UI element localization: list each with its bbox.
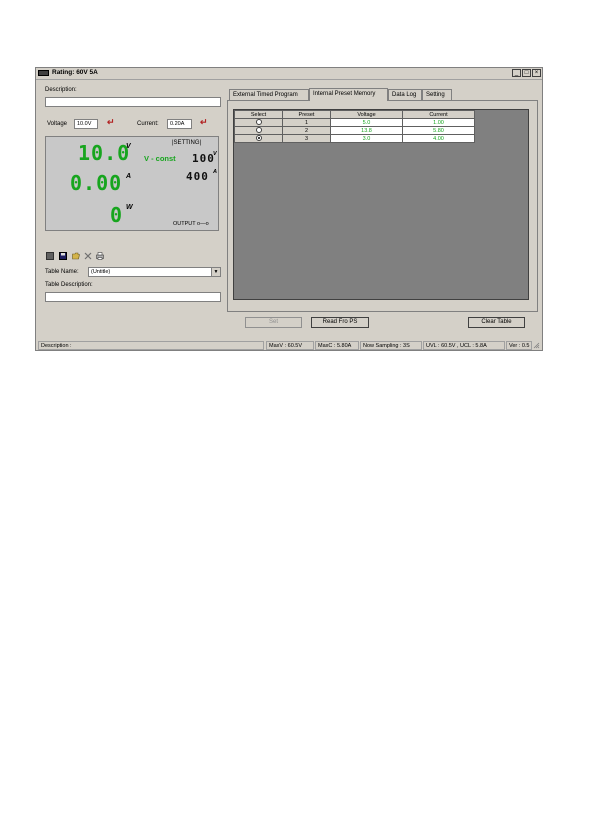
set-button[interactable]: Set <box>245 317 302 328</box>
status-sampling: Now Sampling : 3S <box>360 341 422 350</box>
set-voltage-reading: 100 <box>192 152 215 165</box>
column-header-select: Select <box>234 110 283 119</box>
preset-table: Select Preset Voltage Current 1 5.0 1.00… <box>234 110 475 143</box>
set-current-unit: A <box>213 169 217 175</box>
title-bar: Rating: 60V 5A _ □ × <box>36 68 542 80</box>
voltage-cell[interactable]: 5.0 <box>330 118 403 127</box>
voltage-cell[interactable]: 3.0 <box>330 134 403 143</box>
table-row: 2 13.8 5.80 <box>234 126 475 135</box>
voltage-unit: V <box>126 143 131 150</box>
table-row: 3 3.0 4.00 <box>234 134 475 143</box>
select-radio-cell[interactable] <box>234 126 283 135</box>
radio-button[interactable] <box>255 119 262 126</box>
save-icon[interactable] <box>59 252 67 260</box>
description-label: Description: <box>45 87 77 93</box>
select-radio-cell[interactable] <box>234 134 283 143</box>
radio-button[interactable] <box>255 127 262 134</box>
maximize-button[interactable]: □ <box>522 69 531 77</box>
current-cell[interactable]: 5.80 <box>402 126 475 135</box>
current-unit: A <box>126 173 132 180</box>
table-name-select[interactable]: (Untitle) ▼ <box>88 267 221 277</box>
status-bar: Description : MaxV : 60.5V MaxC : 5.80A … <box>38 341 540 350</box>
radio-button-selected[interactable] <box>255 135 262 142</box>
current-cell[interactable]: 4.00 <box>402 134 475 143</box>
tab-internal-preset-memory[interactable]: Internal Preset Memory <box>309 88 388 101</box>
app-icon <box>38 70 49 76</box>
preset-memory-panel: Select Preset Voltage Current 1 5.0 1.00… <box>227 100 538 312</box>
close-button[interactable]: × <box>532 69 541 77</box>
voltage-enter-icon[interactable]: ↵ <box>107 117 115 128</box>
current-input[interactable]: 0.20A <box>167 119 192 129</box>
set-voltage-unit: V <box>213 151 217 157</box>
status-limits: UVL : 60.5V , UCL : 5.8A <box>423 341 505 350</box>
status-maxv: MaxV : 60.5V <box>266 341 314 350</box>
voltage-input[interactable]: 10.0V <box>74 119 98 129</box>
clear-table-button[interactable]: Clear Table <box>468 317 525 328</box>
preset-cell: 1 <box>282 118 331 127</box>
table-name-label: Table Name: <box>45 269 79 275</box>
description-input[interactable] <box>45 97 221 107</box>
current-label: Current: <box>137 121 159 127</box>
column-header-current: Current <box>402 110 475 119</box>
setting-label: |SETTING| <box>172 140 202 146</box>
power-unit: W <box>126 204 133 211</box>
tab-setting[interactable]: Setting <box>422 89 452 100</box>
status-maxc: MaxC : 5.80A <box>315 341 359 350</box>
read-from-ps-button[interactable]: Read Fro PS <box>311 317 369 328</box>
status-description: Description : <box>38 341 264 350</box>
table-description-label: Table Description: <box>45 282 93 288</box>
voltage-label: Voltage <box>47 121 68 127</box>
power-reading: 0 <box>110 203 124 227</box>
output-indicator: OUTPUT o—o <box>173 221 209 227</box>
table-description-input[interactable] <box>45 292 221 302</box>
voltage-reading: 10.0 <box>78 141 131 165</box>
delete-icon[interactable] <box>84 252 92 260</box>
chevron-down-icon[interactable]: ▼ <box>211 268 220 276</box>
new-icon[interactable] <box>46 252 54 260</box>
print-icon[interactable] <box>96 252 104 260</box>
open-folder-icon[interactable] <box>72 252 80 260</box>
application-window: Rating: 60V 5A _ □ × Description: Voltag… <box>35 67 543 351</box>
minimize-button[interactable]: _ <box>512 69 521 77</box>
column-header-voltage: Voltage <box>330 110 403 119</box>
resize-grip-icon[interactable] <box>533 342 540 349</box>
column-header-preset: Preset <box>282 110 331 119</box>
current-enter-icon[interactable]: ↵ <box>200 117 208 128</box>
table-name-value: (Untitle) <box>91 269 111 275</box>
mode-text: V - const <box>144 154 176 163</box>
tab-data-log[interactable]: Data Log <box>388 89 422 100</box>
status-version: Ver : 0.5 <box>506 341 532 350</box>
voltage-cell[interactable]: 13.8 <box>330 126 403 135</box>
output-display-panel: 10.0 V 0.00 A 0 W |SETTING| V - const 10… <box>45 136 219 231</box>
preset-cell: 3 <box>282 134 331 143</box>
table-row: 1 5.0 1.00 <box>234 118 475 127</box>
set-current-reading: 400 <box>186 170 209 183</box>
preset-grid: Select Preset Voltage Current 1 5.0 1.00… <box>233 109 529 300</box>
tab-external-timed-program[interactable]: External Timed Program <box>229 89 309 100</box>
preset-cell: 2 <box>282 126 331 135</box>
select-radio-cell[interactable] <box>234 118 283 127</box>
current-cell[interactable]: 1.00 <box>402 118 475 127</box>
window-title: Rating: 60V 5A <box>52 69 98 76</box>
table-header-row: Select Preset Voltage Current <box>234 110 475 119</box>
current-reading: 0.00 <box>70 171 123 195</box>
